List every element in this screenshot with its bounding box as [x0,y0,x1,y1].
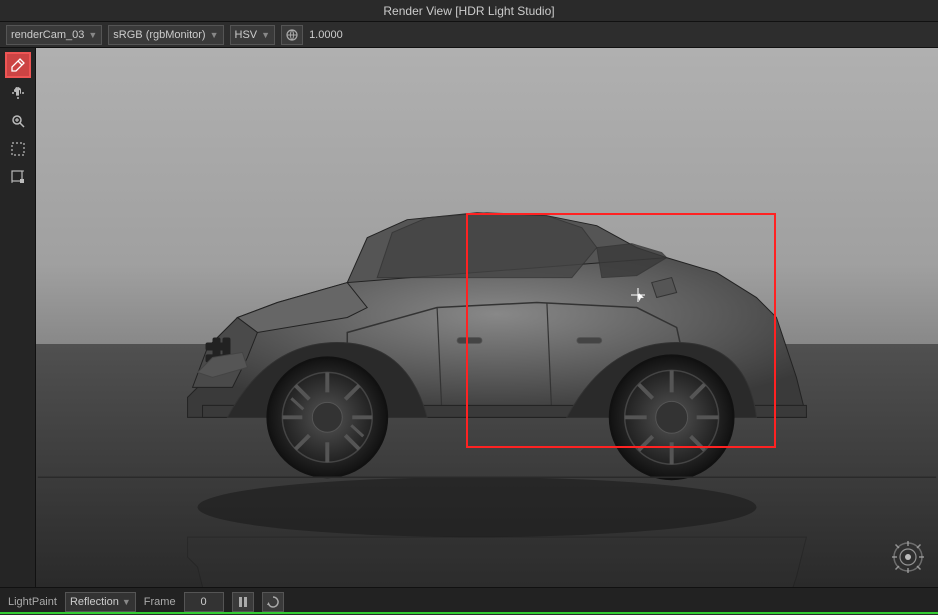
render-canvas [36,48,938,587]
hdr-light-icon[interactable] [890,539,926,575]
transform-tool-btn[interactable] [5,164,31,190]
frame-label: Frame [144,596,176,608]
camera-label: renderCam_03 [11,29,84,41]
viewport[interactable] [36,48,938,587]
exposure-value: 1.0000 [309,29,359,41]
pause-icon [238,596,248,608]
colorspace-arrow-icon: ▼ [210,30,219,40]
transform-icon [10,169,26,185]
left-toolbar [0,48,36,587]
select-icon [10,141,26,157]
hdr-light-studio-icon [890,539,926,575]
zoom-tool-btn[interactable] [5,108,31,134]
camera-arrow-icon: ▼ [88,30,97,40]
top-toolbar: renderCam_03 ▼ sRGB (rgbMonitor) ▼ HSV ▼… [0,22,938,48]
reflection-arrow-icon: ▼ [122,597,131,607]
colorspace-dropdown[interactable]: sRGB (rgbMonitor) ▼ [108,25,223,45]
exposure-icon-btn[interactable] [281,25,303,45]
window-title: Render View [HDR Light Studio] [383,4,554,18]
paint-icon [10,57,26,73]
globe-icon [285,28,299,42]
pan-tool-btn[interactable] [5,80,31,106]
main-layout [0,48,938,587]
zoom-icon [10,113,26,129]
camera-dropdown[interactable]: renderCam_03 ▼ [6,25,102,45]
colorspace-label: sRGB (rgbMonitor) [113,29,205,41]
refresh-icon [267,596,279,608]
bottom-bar: LightPaint Reflection ▼ Frame [0,587,938,615]
reflection-dropdown[interactable]: Reflection ▼ [65,592,136,612]
title-bar: Render View [HDR Light Studio] [0,0,938,22]
paint-tool-btn[interactable] [5,52,31,78]
select-tool-btn[interactable] [5,136,31,162]
refresh-btn[interactable] [262,592,284,612]
lightpaint-label: LightPaint [8,596,57,608]
pan-icon [10,85,26,101]
pause-btn[interactable] [232,592,254,612]
colormode-dropdown[interactable]: HSV ▼ [230,25,276,45]
colormode-label: HSV [235,29,258,41]
car-render [36,48,938,587]
reflection-value: Reflection [70,596,119,608]
frame-input[interactable] [184,592,224,612]
colormode-arrow-icon: ▼ [261,30,270,40]
